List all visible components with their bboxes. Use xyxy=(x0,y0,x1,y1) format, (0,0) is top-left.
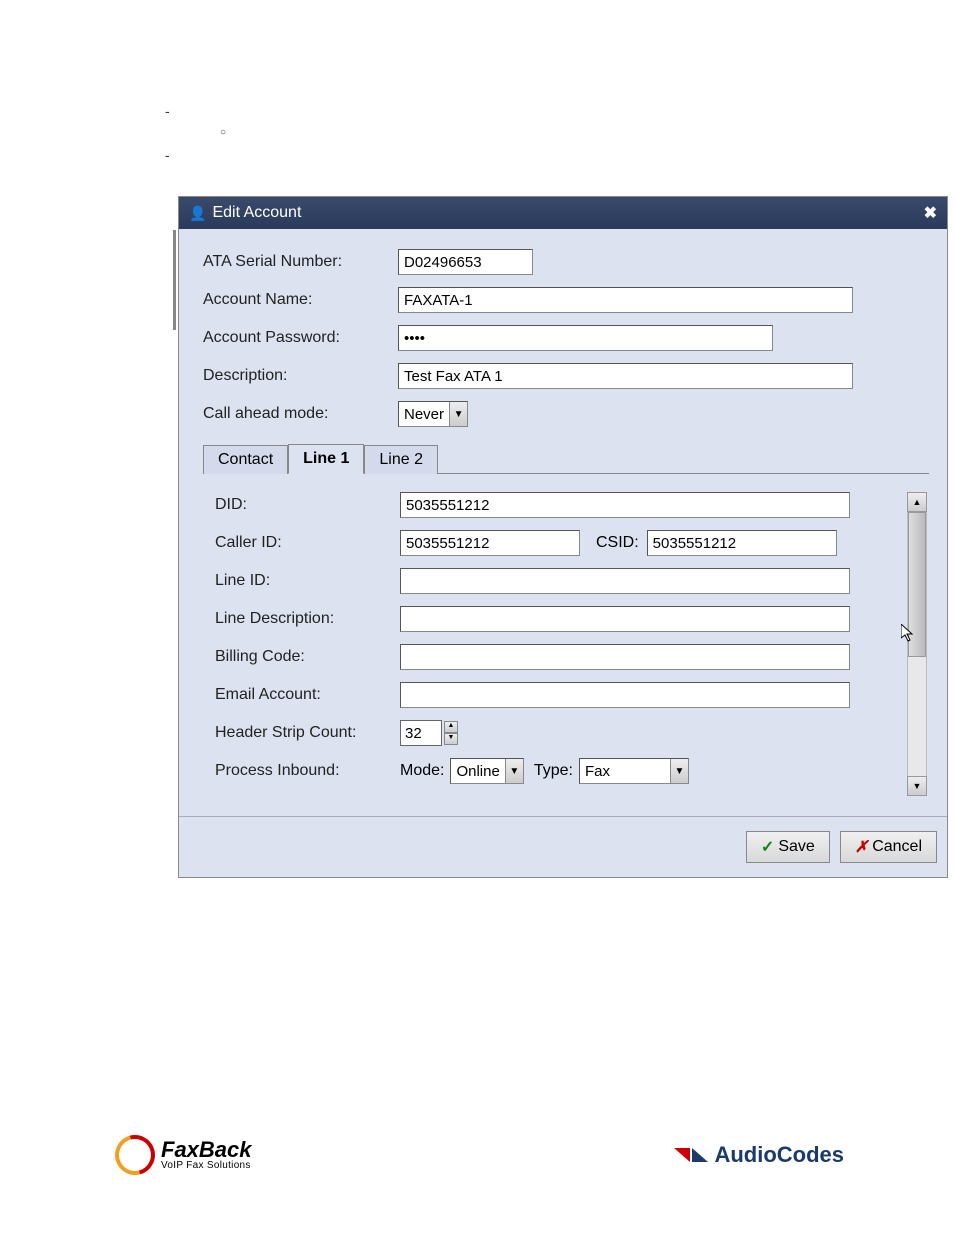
chevron-down-icon: ▼ xyxy=(449,402,467,426)
audiocodes-logo: AudioCodes xyxy=(674,1142,844,1168)
save-label: Save xyxy=(778,838,814,856)
call-ahead-value: Never xyxy=(404,406,444,423)
dialog-title: Edit Account xyxy=(212,204,301,222)
circle-marker: ○ xyxy=(220,122,226,144)
type-select[interactable]: Fax ▼ xyxy=(579,758,689,784)
ata-serial-label: ATA Serial Number: xyxy=(203,253,398,271)
description-input[interactable] xyxy=(398,363,853,389)
dialog-button-bar: ✓ Save ✗ Cancel xyxy=(179,816,947,877)
billing-input[interactable] xyxy=(400,644,850,670)
x-icon: ✗ xyxy=(855,837,868,857)
mode-value: Online xyxy=(456,763,499,780)
account-icon: 👤 xyxy=(189,205,206,222)
cancel-button[interactable]: ✗ Cancel xyxy=(840,831,937,863)
check-icon: ✓ xyxy=(761,837,774,857)
email-label: Email Account: xyxy=(215,686,400,704)
spinner-up-icon[interactable]: ▲ xyxy=(444,721,458,733)
callerid-input[interactable] xyxy=(400,530,580,556)
left-side-bar xyxy=(173,230,176,330)
csid-label: CSID: xyxy=(596,534,639,552)
email-input[interactable] xyxy=(400,682,850,708)
mode-label: Mode: xyxy=(400,762,444,780)
tab-line2[interactable]: Line 2 xyxy=(364,445,438,474)
type-value: Fax xyxy=(585,763,665,780)
audiocodes-name: AudioCodes xyxy=(714,1142,844,1168)
cursor-icon xyxy=(901,624,917,649)
account-name-label: Account Name: xyxy=(203,291,398,309)
scroll-down-icon[interactable]: ▼ xyxy=(907,776,927,796)
process-inbound-label: Process Inbound: xyxy=(215,762,400,780)
audiocodes-icon xyxy=(674,1148,708,1162)
edit-account-dialog: 👤 Edit Account ✖ ATA Serial Number: Acco… xyxy=(178,196,948,878)
tab-strip: Contact Line 1 Line 2 xyxy=(203,443,929,474)
faxback-tagline: VoIP Fax Solutions xyxy=(161,1161,252,1171)
tab-content-line1: DID: Caller ID: CSID: Line ID: Line Desc… xyxy=(203,474,929,806)
save-button[interactable]: ✓ Save xyxy=(746,831,830,863)
dialog-titlebar: 👤 Edit Account ✖ xyxy=(179,197,947,229)
linedesc-input[interactable] xyxy=(400,606,850,632)
list-markers: - ○ - xyxy=(165,100,226,166)
faxback-name: FaxBack xyxy=(161,1139,252,1161)
dash-marker: - xyxy=(165,144,226,166)
csid-input[interactable] xyxy=(647,530,837,556)
call-ahead-label: Call ahead mode: xyxy=(203,405,398,423)
account-password-label: Account Password: xyxy=(203,329,398,347)
footer-logos: FaxBack VoIP Fax Solutions AudioCodes xyxy=(115,1135,844,1175)
callerid-label: Caller ID: xyxy=(215,534,400,552)
mode-select[interactable]: Online ▼ xyxy=(450,758,523,784)
header-strip-input[interactable] xyxy=(400,720,442,746)
type-label: Type: xyxy=(534,762,573,780)
spinner-down-icon[interactable]: ▼ xyxy=(444,733,458,745)
did-input[interactable] xyxy=(400,492,850,518)
did-label: DID: xyxy=(215,496,400,514)
tab-contact[interactable]: Contact xyxy=(203,445,288,474)
linedesc-label: Line Description: xyxy=(215,610,400,628)
faxback-swirl-icon xyxy=(108,1128,163,1183)
account-name-input[interactable] xyxy=(398,287,853,313)
ata-serial-input[interactable] xyxy=(398,249,533,275)
header-strip-spinner[interactable]: ▲ ▼ xyxy=(400,720,458,746)
lineid-input[interactable] xyxy=(400,568,850,594)
chevron-down-icon: ▼ xyxy=(505,759,523,783)
scroll-up-icon[interactable]: ▲ xyxy=(907,492,927,512)
call-ahead-select[interactable]: Never ▼ xyxy=(398,401,468,427)
header-strip-label: Header Strip Count: xyxy=(215,724,400,742)
billing-label: Billing Code: xyxy=(215,648,400,666)
form-area: ATA Serial Number: Account Name: Account… xyxy=(179,229,947,816)
lineid-label: Line ID: xyxy=(215,572,400,590)
tab-line1[interactable]: Line 1 xyxy=(288,444,364,474)
cancel-label: Cancel xyxy=(872,838,922,856)
account-password-input[interactable] xyxy=(398,325,773,351)
chevron-down-icon: ▼ xyxy=(670,759,688,783)
faxback-logo: FaxBack VoIP Fax Solutions xyxy=(115,1135,252,1175)
dash-marker: - xyxy=(165,100,226,122)
description-label: Description: xyxy=(203,367,398,385)
close-icon[interactable]: ✖ xyxy=(924,203,937,223)
